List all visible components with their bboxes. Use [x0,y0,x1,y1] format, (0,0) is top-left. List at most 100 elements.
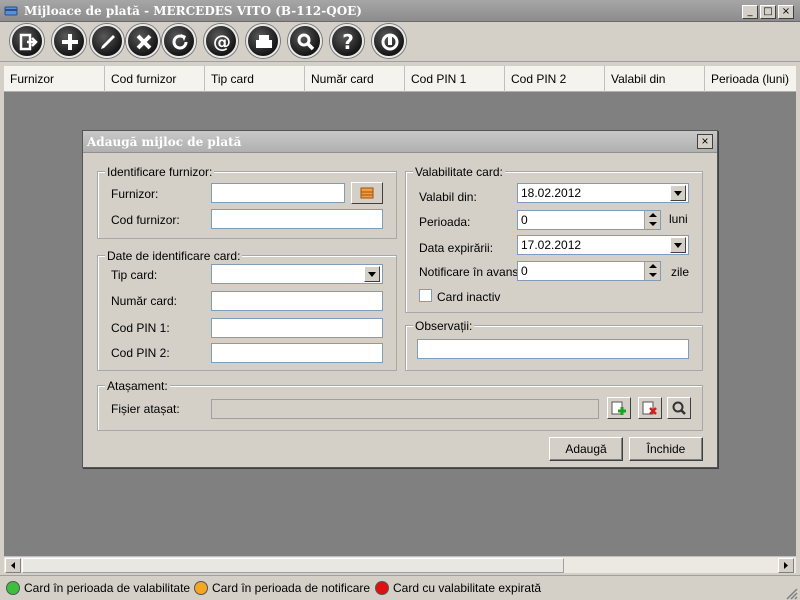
valid-from-label: Valabil din: [419,190,477,204]
column-header-furnizor[interactable]: Furnizor [4,66,105,92]
add-button[interactable]: Adaugă [549,437,623,461]
add-file-icon [611,401,626,415]
period-stepper[interactable]: 0 [517,210,661,230]
supplier-code-label: Cod furnizor: [111,213,180,227]
column-header-cod-pin-1[interactable]: Cod PIN 1 [405,66,505,92]
supplier-label: Furnizor: [111,187,159,201]
delete-icon [136,34,152,50]
card-number-label: Număr card: [111,294,178,308]
expiry-label: Data expirării: [419,241,494,255]
svg-text:@: @ [213,32,231,53]
pin2-label: Cod PIN 2: [111,346,170,360]
notify-value: 0 [521,264,528,278]
column-header-cod-furnizor[interactable]: Cod furnizor [105,66,205,92]
card-type-label: Tip card: [111,268,158,282]
remove-file-icon [642,401,657,415]
expiry-value: 17.02.2012 [521,238,582,252]
legend-valid: Card în perioada de valabilitate [24,581,191,595]
chevron-down-icon[interactable] [670,185,686,201]
red-status-icon [375,581,389,595]
power-icon [381,33,399,51]
pin1-input[interactable] [211,318,383,338]
view-attachment-button[interactable] [667,397,691,419]
scroll-right-button[interactable] [778,558,794,573]
expiry-datepicker[interactable]: 17.02.2012 [517,235,689,255]
notes-input[interactable] [417,339,689,359]
notify-unit: zile [671,265,690,279]
print-button[interactable] [246,24,280,58]
add-icon [62,34,78,50]
supplier-code-input[interactable] [211,209,383,229]
dialog-title-bar: Adaugă mijloc de plată × [83,131,717,153]
chevron-down-icon[interactable] [364,266,380,282]
valid-from-value: 18.02.2012 [521,186,582,200]
minimize-button[interactable]: _ [742,5,758,19]
toolbar: @ ? [0,22,800,62]
notify-label: Notificare în avans: [419,265,522,279]
attached-file-label: Fișier atașat: [111,402,180,416]
grid-header: Furnizor Cod furnizor Tip card Număr car… [4,66,796,92]
close-window-button[interactable]: × [778,5,794,19]
period-spin-buttons[interactable] [644,211,660,229]
status-bar: Card în perioada de valabilitate Card în… [0,575,800,600]
app-icon [4,6,18,16]
email-icon: @ [213,32,231,53]
help-button[interactable]: ? [330,24,364,58]
close-button[interactable]: Închide [629,437,703,461]
email-button[interactable]: @ [204,24,238,58]
refresh-button[interactable] [162,24,196,58]
add-attachment-button[interactable] [607,397,631,419]
refresh-icon [172,34,188,50]
exit-icon [19,33,38,51]
horizontal-scrollbar[interactable] [4,556,796,573]
card-inactive-checkbox[interactable] [419,289,432,302]
card-number-input[interactable] [211,291,383,311]
svg-text:?: ? [342,30,354,54]
arrow-right-icon [784,562,788,569]
shutdown-button[interactable] [372,24,406,58]
remove-attachment-button[interactable] [638,397,662,419]
add-record-button[interactable] [52,24,86,58]
supplier-group-label: Identificare furnizor: [105,165,215,179]
add-payment-dialog: Adaugă mijloc de plată × Identificare fu… [82,130,718,468]
window-title-bar: Mijloace de plată - MERCEDES VITO (B-112… [0,0,800,22]
green-status-icon [6,581,20,595]
help-icon: ? [342,30,354,54]
card-group-label: Date de identificare card: [105,249,243,263]
column-header-numar-card[interactable]: Număr card [305,66,405,92]
edit-icon [101,35,115,49]
notify-stepper[interactable]: 0 [517,261,661,281]
notify-spin-buttons[interactable] [644,262,660,280]
dialog-title: Adaugă mijloc de plată [87,135,242,149]
attachment-group-label: Atașament: [105,379,170,393]
edit-record-button[interactable] [90,24,124,58]
supplier-input[interactable] [211,183,345,203]
column-header-valabil-din[interactable]: Valabil din [605,66,705,92]
scroll-thumb[interactable] [22,558,564,573]
chevron-down-icon[interactable] [670,237,686,253]
resize-grip-icon[interactable] [786,588,798,600]
column-header-cod-pin-2[interactable]: Cod PIN 2 [505,66,605,92]
exit-button[interactable] [10,24,44,58]
column-header-tip-card[interactable]: Tip card [205,66,305,92]
validity-group-label: Valabilitate card: [413,165,505,179]
supplier-lookup-button[interactable] [351,182,383,204]
valid-from-datepicker[interactable]: 18.02.2012 [517,183,689,203]
attached-file-input [211,399,599,419]
notes-group-label: Observații: [413,319,475,333]
dialog-close-button[interactable]: × [697,134,713,149]
print-icon [256,35,272,48]
column-header-perioada[interactable]: Perioada (luni) [705,66,796,92]
pin2-input[interactable] [211,343,383,363]
search-icon [297,33,315,51]
legend-notification: Card în perioada de notificare [212,581,371,595]
delete-record-button[interactable] [126,24,160,58]
scroll-left-button[interactable] [5,558,21,573]
database-icon [360,187,374,199]
search-button[interactable] [288,24,322,58]
maximize-button[interactable]: □ [760,5,776,19]
period-value: 0 [521,213,528,227]
card-type-select[interactable] [211,264,383,284]
period-unit: luni [669,212,688,226]
legend-expired: Card cu valabilitate expirată [393,581,542,595]
